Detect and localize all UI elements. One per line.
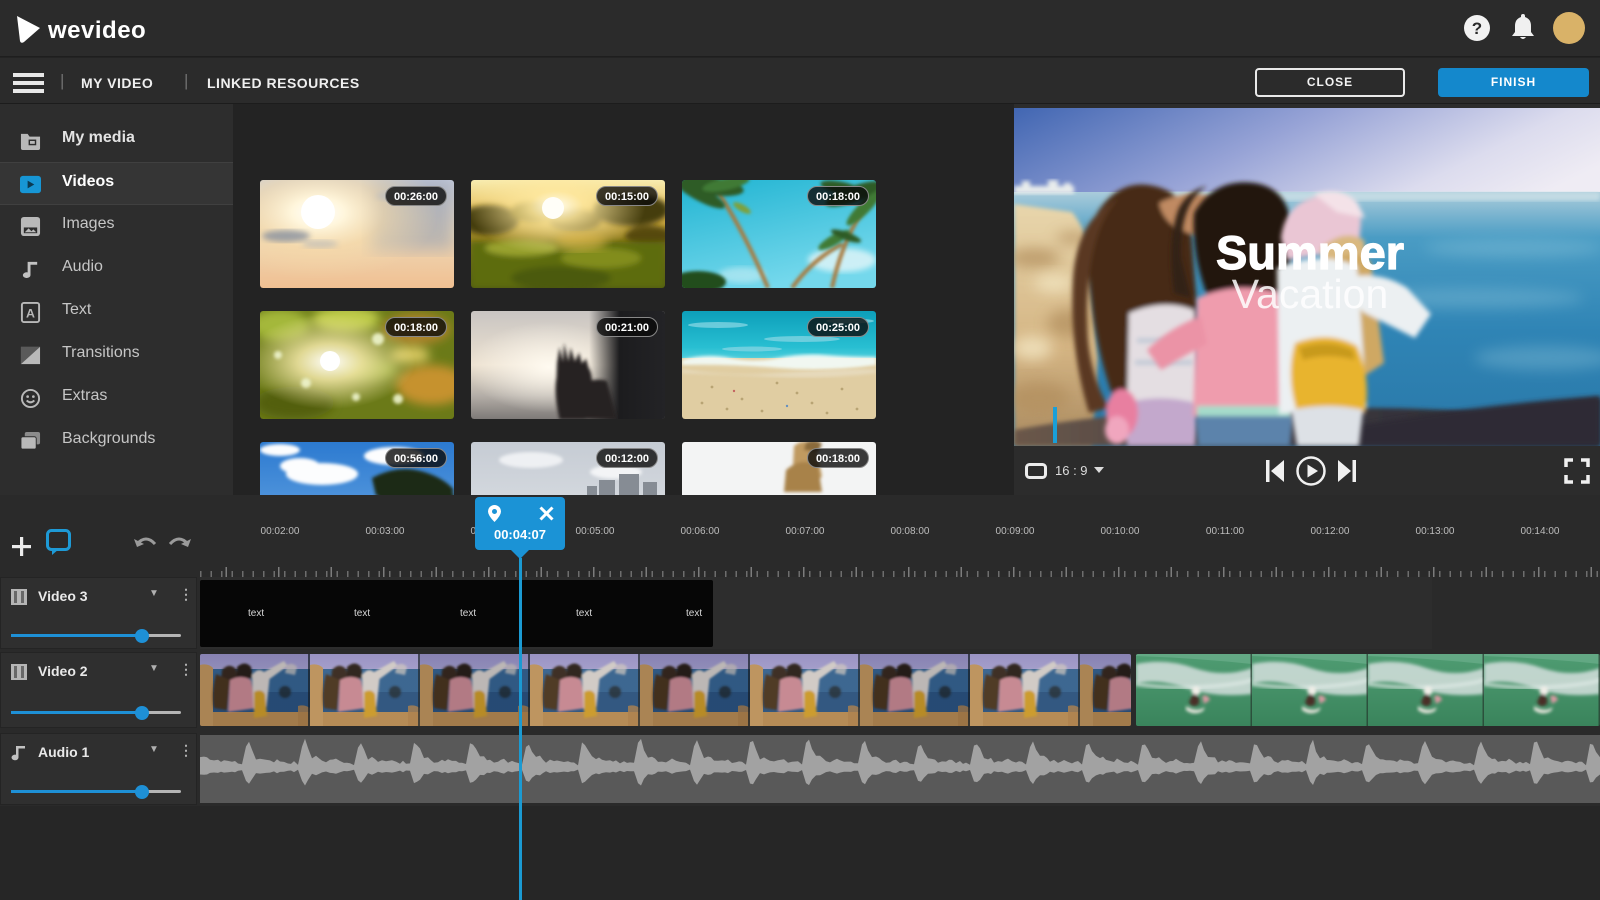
svg-text:?: ? [1472,19,1482,38]
svg-text:wevideo: wevideo [47,17,146,44]
svg-text:A: A [26,306,35,320]
svg-text:Vacation: Vacation [1232,271,1389,317]
